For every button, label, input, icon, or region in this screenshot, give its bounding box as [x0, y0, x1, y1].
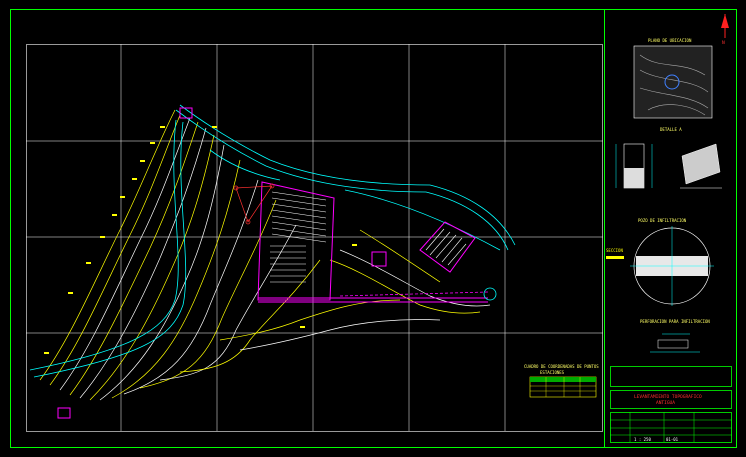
scale-value: 1 : 250	[634, 437, 651, 442]
svg-text:N: N	[722, 40, 725, 46]
project-title: LEVANTAMIENTO TOPOGRAFICO	[634, 394, 702, 400]
coordinate-table-subtitle: ESTACIONES	[540, 370, 565, 375]
coordinate-table-title: CUADRO DE COORDENADAS DE PUNTOS	[524, 364, 599, 369]
detail-a-label: DETALLE A	[660, 127, 682, 132]
station-triangle	[233, 183, 275, 225]
property-boundary	[57, 107, 488, 419]
cad-drawing-sheet[interactable]: N CUADRO DE COORDENADAS DE PUNTOS ESTACI…	[0, 0, 746, 457]
location-plan-detail: PLANO DE UBICACION	[633, 38, 713, 119]
title-block: LEVANTAMIENTO TOPOGRAFICO ANTIGUA 1 : 25…	[610, 366, 732, 443]
contour-lines	[39, 109, 491, 401]
north-arrow-icon: N	[721, 14, 729, 46]
project-subtitle: ANTIGUA	[656, 400, 675, 406]
infiltration-label: PERFORACION PARA INFILTRACION	[640, 319, 710, 324]
well-detail-label: POZO DE INFILTRACION	[638, 218, 687, 223]
elevation-labels	[44, 126, 357, 354]
section-label: SECCION	[606, 248, 623, 253]
coordinate-table: CUADRO DE COORDENADAS DE PUNTOS ESTACION…	[524, 364, 599, 398]
location-plan-label: PLANO DE UBICACION	[648, 38, 692, 43]
infiltration-detail: PERFORACION PARA INFILTRACION	[640, 319, 710, 353]
well-detail: POZO DE INFILTRACION SECCION	[606, 218, 714, 306]
sheet-code: 01-01	[666, 437, 679, 442]
sheet-border	[10, 9, 737, 448]
detail-a: DETALLE A	[615, 127, 722, 189]
drawing-frame	[26, 44, 603, 432]
